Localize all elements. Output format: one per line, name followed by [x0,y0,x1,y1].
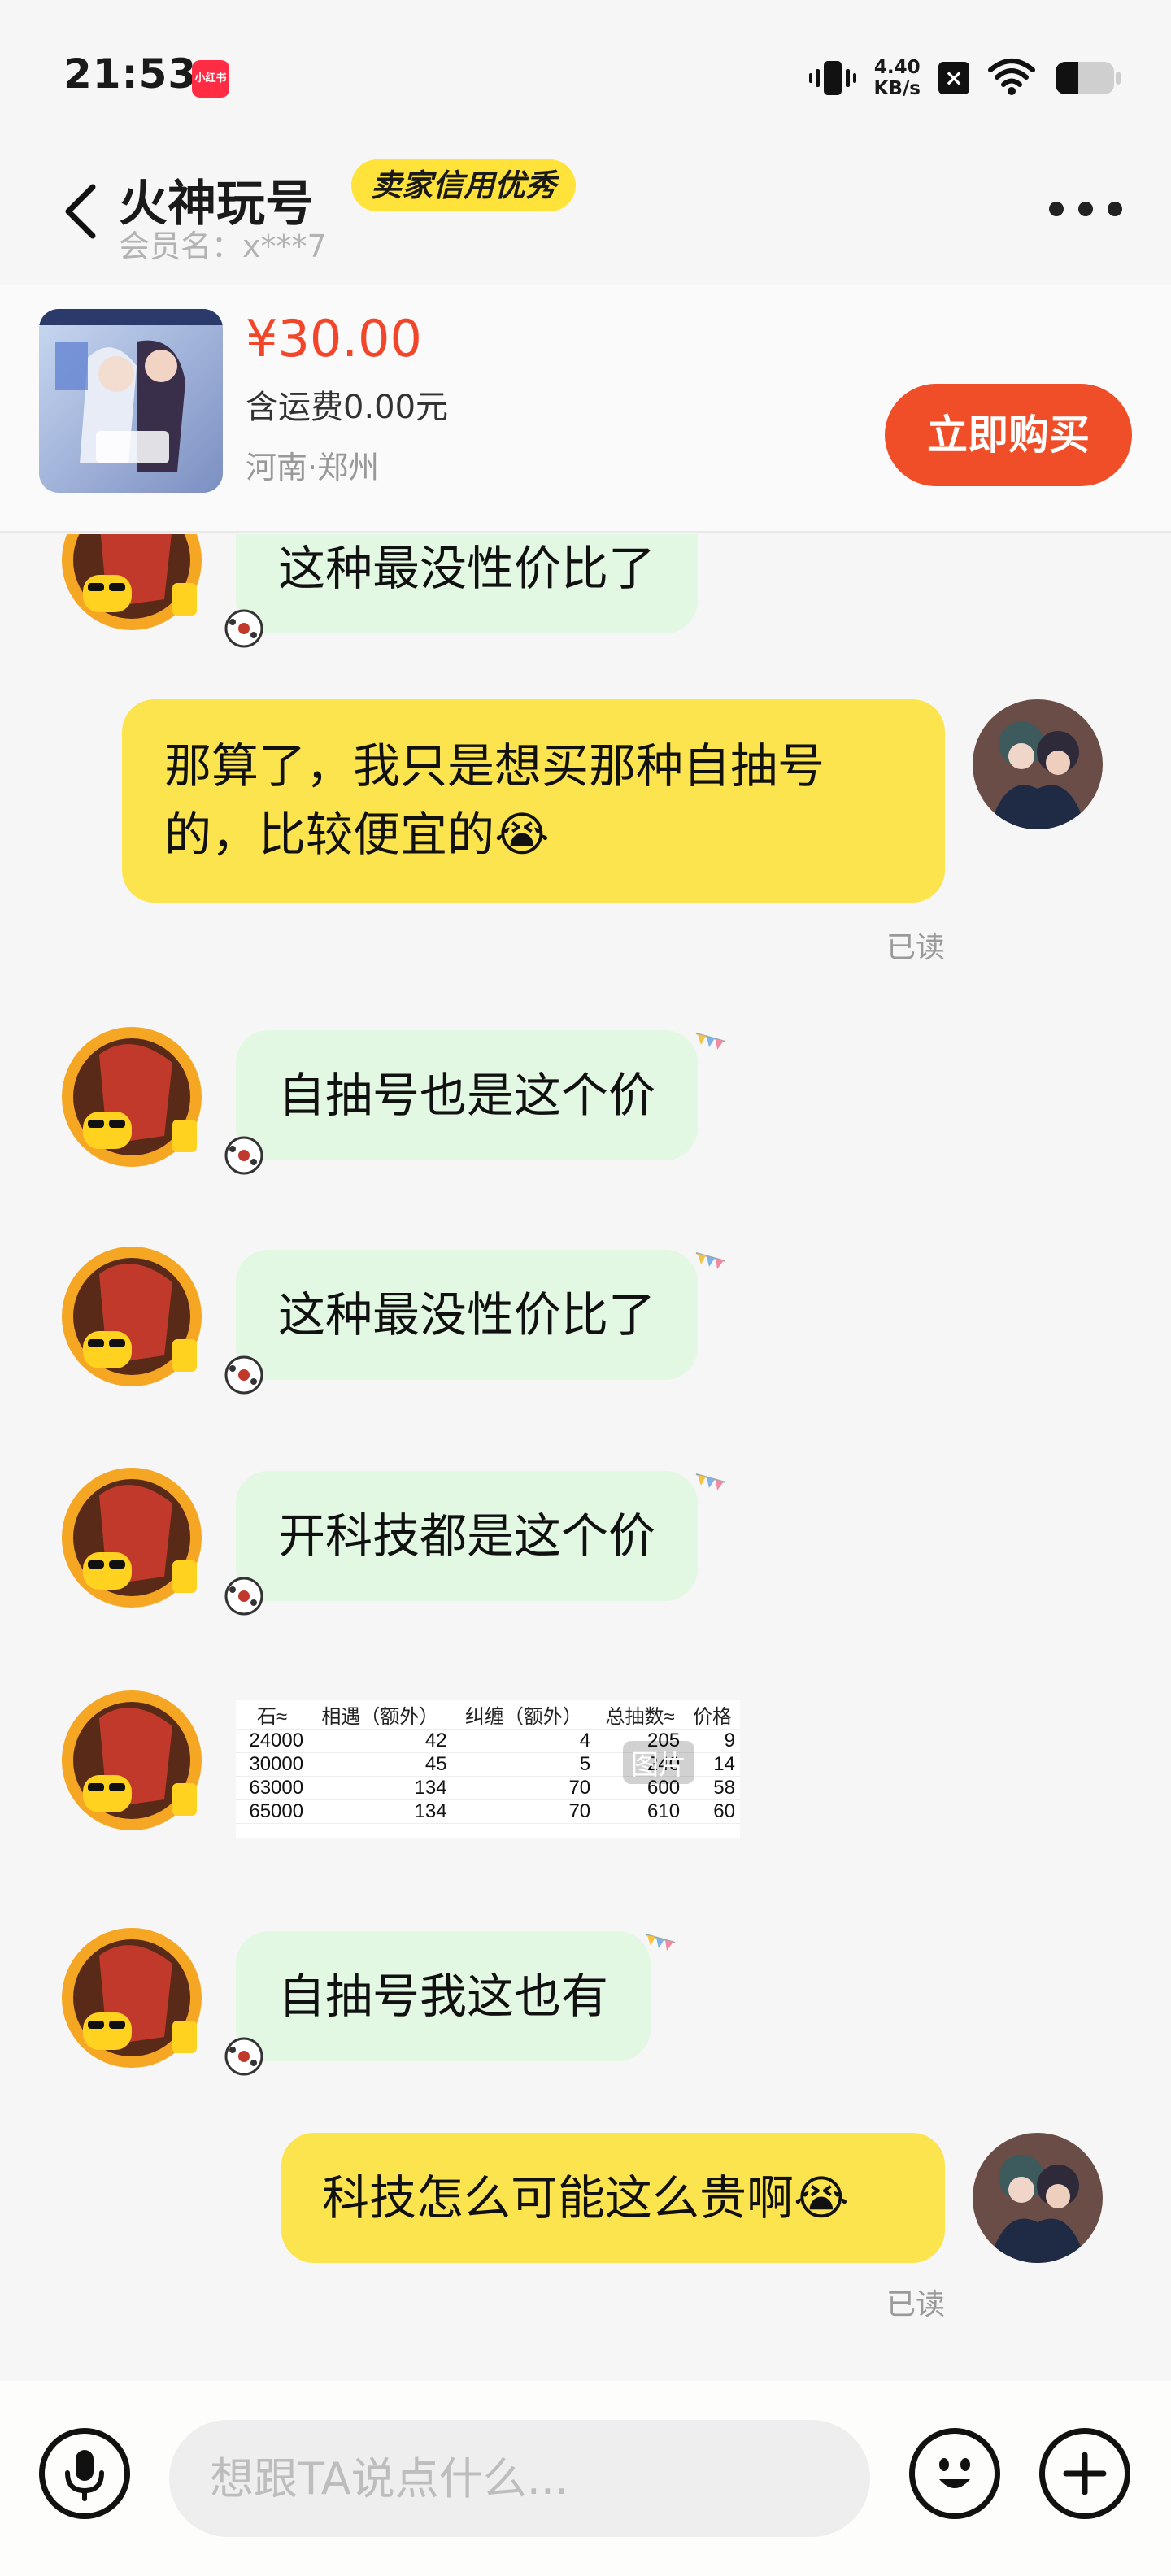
football-sticker-icon [221,606,267,651]
shipping-fee: 含运费0.00元 [246,389,449,426]
table-cell: 70 [451,1799,596,1824]
table-cell: 5 [451,1752,596,1777]
voice-input-button[interactable] [39,2428,130,2519]
read-status: 已读 [886,931,945,964]
product-card[interactable]: ¥30.00 含运费0.00元 河南·郑州 立即购买 [0,285,1171,533]
net-speed-value: 4.40 [873,57,921,78]
message-bubble-in[interactable]: 开科技都是这个价 [236,1471,699,1601]
seller-avatar[interactable] [50,1463,215,1614]
input-bar [0,2381,1171,2576]
status-time: 21:53 [63,50,198,98]
table-cell: 63000 [236,1776,309,1800]
bunting-sticker-icon [642,1931,678,1967]
table-cell: 24000 [236,1729,309,1753]
table-cell: 4 [451,1729,596,1753]
message-bubble-in[interactable]: 这种最没性价比了 [236,1250,699,1380]
chat-messages[interactable]: 这种最没性价比了 那算了，我只是想买那种自抽号 的，比较便宜的😭 已读 自抽号也… [0,534,1171,2380]
seller-avatar[interactable] [50,1022,215,1173]
table-cell: 42 [308,1729,452,1753]
message-bubble-out[interactable]: 科技怎么可能这么贵啊😭 [281,2133,945,2263]
image-tag: 图片 [623,1741,694,1784]
more-actions-button[interactable] [1039,2428,1130,2519]
bunting-sticker-icon [693,1471,729,1507]
vibrate-icon [808,58,856,98]
message-input[interactable] [169,2420,870,2537]
seller-avatar[interactable] [50,1242,215,1393]
chat-header: 火神玩号 卖家信用优秀 会员名：x***7 [0,146,1171,285]
my-avatar[interactable] [973,2133,1103,2263]
crying-laughing-emoji: 😭 [494,807,550,862]
table-cell: 70 [451,1776,596,1800]
table-cell: 45 [308,1752,452,1777]
product-location: 河南·郑州 [246,450,380,485]
table-cell: 60 [685,1799,740,1824]
football-sticker-icon [221,1133,267,1178]
seller-avatar[interactable] [50,1923,215,2074]
message-line: 的，比较便宜的😭 [164,807,550,862]
table-row: 65000 134 70 610 60 [236,1799,740,1824]
table-cell: 30000 [236,1752,309,1777]
emoji-button[interactable] [909,2428,1000,2519]
crying-laughing-emoji: 😭 [794,2170,849,2226]
table-cell: 134 [308,1776,452,1800]
table-header: 总抽数≈ [595,1700,686,1730]
net-speed-unit: KB/s [873,78,921,99]
member-name: 会员名：x***7 [119,228,327,264]
plus-icon [1063,2452,1107,2496]
message-bubble-in[interactable]: 自抽号我这也有 [236,1931,651,2061]
more-options-icon[interactable] [1049,197,1122,221]
battery-icon [1054,59,1122,97]
product-thumbnail[interactable] [39,309,223,493]
product-price: ¥30.00 [246,309,422,368]
microphone-icon [65,2450,104,2501]
message-bubble-in[interactable]: 自抽号也是这个价 [236,1030,699,1160]
football-sticker-icon [221,1573,267,1619]
table-cell: 65000 [236,1799,309,1824]
table-header: 相遇（额外） [308,1700,452,1730]
credit-badge[interactable]: 卖家信用优秀 [351,159,577,211]
bunting-sticker-icon [693,1030,729,1066]
table-header: 纠缠（额外） [451,1700,596,1730]
table-header: 价格 [685,1700,740,1730]
message-bubble-out[interactable]: 那算了，我只是想买那种自抽号 的，比较便宜的😭 [122,699,945,903]
net-speed: 4.40 KB/s [874,57,921,99]
football-sticker-icon [221,1352,267,1398]
status-icons: 4.40 KB/s × [808,54,1122,102]
my-avatar[interactable] [973,699,1103,829]
message-line: 那算了，我只是想买那种自抽号 [164,738,825,794]
wifi-icon [987,57,1036,99]
buy-now-button[interactable]: 立即购买 [885,384,1132,486]
back-arrow-icon[interactable] [57,179,106,244]
message-bubble-in[interactable]: 这种最没性价比了 [236,534,699,633]
image-message[interactable]: 石≈ 相遇（额外） 纠缠（额外） 总抽数≈ 价格 24000 42 4 205 … [236,1700,740,1838]
bunting-sticker-icon [693,1250,729,1286]
table-cell: 610 [595,1799,686,1824]
table-cell: 134 [308,1799,452,1824]
close-box-icon: × [938,62,969,94]
smiley-icon [939,2458,970,2488]
status-bar: 21:53 小红书 4.40 KB/s × [0,0,1171,146]
read-status: 已读 [886,2288,945,2321]
football-sticker-icon [221,2034,267,2079]
app-notification-icon: 小红书 [192,60,229,98]
seller-avatar[interactable] [50,534,215,637]
message-text: 科技怎么可能这么贵啊 [322,2170,794,2226]
seller-avatar[interactable] [50,1686,215,1837]
table-header: 石≈ [236,1700,309,1730]
